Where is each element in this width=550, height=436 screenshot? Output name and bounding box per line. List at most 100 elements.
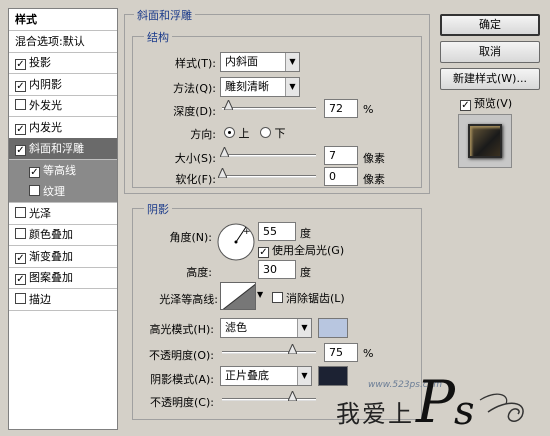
shadow-mode-value: 正片叠底 — [225, 369, 269, 382]
size-slider[interactable] — [222, 154, 316, 157]
technique-value: 雕刻清晰 — [225, 80, 269, 93]
style-enable-checkbox[interactable] — [15, 228, 26, 239]
chevron-down-icon[interactable]: ▼ — [257, 290, 263, 299]
altitude-input[interactable]: 30 — [258, 260, 296, 279]
highlight-mode-label: 高光模式(H): — [149, 323, 214, 336]
chevron-down-icon: ▼ — [297, 367, 311, 385]
direction-down-radio[interactable] — [260, 127, 271, 138]
highlight-mode-select[interactable]: 滤色 ▼ — [220, 318, 312, 338]
chevron-down-icon: ▼ — [285, 78, 299, 96]
highlight-color-swatch[interactable] — [318, 318, 348, 338]
style-list-item[interactable]: 描边 — [9, 289, 117, 311]
direction-down-option[interactable]: 下 — [260, 125, 286, 141]
depth-slider-thumb[interactable] — [224, 100, 234, 110]
preview-checkbox[interactable]: ✓ — [460, 100, 471, 111]
gloss-contour-label: 光泽等高线: — [159, 293, 218, 306]
ps-logo-icon: P s — [415, 368, 524, 436]
shadow-mode-select[interactable]: 正片叠底 ▼ — [220, 366, 312, 386]
style-enable-checkbox[interactable]: ✓ — [15, 59, 26, 70]
style-enable-checkbox[interactable]: ✓ — [15, 123, 26, 135]
direction-up-radio[interactable] — [224, 127, 235, 138]
global-light-option[interactable]: ✓ 使用全局光(G) — [258, 242, 344, 258]
style-list-item-label: 斜面和浮雕 — [29, 142, 84, 155]
depth-input[interactable]: 72 — [324, 99, 358, 118]
style-list-item-label: 投影 — [29, 56, 51, 69]
shadow-opacity-label: 不透明度(C): — [150, 396, 214, 409]
style-list-item-label: 混合选项:默认 — [15, 34, 85, 48]
style-list-item-label: 外发光 — [29, 99, 62, 112]
highlight-mode-value: 滤色 — [225, 321, 247, 334]
highlight-opacity-slider[interactable] — [222, 351, 316, 354]
style-enable-checkbox[interactable]: ✓ — [15, 252, 26, 264]
contour-curve-icon — [222, 283, 255, 309]
soften-slider-thumb[interactable] — [217, 168, 227, 178]
technique-select[interactable]: 雕刻清晰 ▼ — [220, 77, 300, 97]
shadow-opacity-slider-thumb[interactable] — [288, 391, 297, 401]
anti-alias-option[interactable]: 消除锯齿(L) — [272, 290, 345, 306]
anti-alias-checkbox[interactable] — [272, 292, 283, 303]
soften-unit: 像素 — [363, 173, 385, 186]
style-list-item[interactable]: 混合选项:默认 — [9, 31, 117, 53]
shadow-mode-label: 阴影模式(A): — [150, 373, 214, 386]
style-enable-checkbox[interactable] — [15, 292, 26, 304]
direction-down-label: 下 — [274, 127, 286, 140]
style-list-item-label: 渐变叠加 — [29, 249, 73, 263]
size-slider-thumb[interactable] — [220, 147, 230, 157]
method-label: 方法(Q): — [173, 82, 216, 95]
style-list-item-label: 等高线 — [43, 163, 76, 177]
global-light-checkbox[interactable]: ✓ — [258, 247, 269, 258]
angle-dial[interactable]: + — [216, 222, 256, 262]
style-enable-checkbox[interactable] — [15, 99, 26, 110]
style-list-item-label: 颜色叠加 — [29, 228, 73, 241]
style-enable-checkbox[interactable]: ✓ — [29, 166, 40, 178]
svg-text:P: P — [415, 368, 456, 436]
shadow-color-swatch[interactable] — [318, 366, 348, 386]
style-enable-checkbox[interactable]: ✓ — [15, 80, 26, 92]
size-input[interactable]: 7 — [324, 146, 358, 165]
altitude-label: 高度: — [186, 266, 212, 279]
preview-option[interactable]: ✓ 预览(V) — [460, 95, 512, 111]
style-list-item[interactable]: ✓ 内发光 — [9, 117, 117, 139]
style-enable-checkbox[interactable] — [29, 185, 40, 196]
soften-slider[interactable] — [222, 175, 316, 178]
style-list-item-label: 描边 — [29, 292, 51, 306]
structure-title: 结构 — [144, 29, 172, 45]
watermark-text: 我爱上 — [336, 400, 414, 428]
ok-button[interactable]: 确定 — [440, 14, 540, 36]
direction-up-option[interactable]: 上 — [224, 125, 250, 141]
bevel-style-select[interactable]: 内斜面 ▼ — [220, 52, 300, 72]
highlight-opacity-input[interactable]: 75 — [324, 343, 358, 362]
highlight-opacity-slider-thumb[interactable] — [288, 344, 297, 354]
style-enable-checkbox[interactable] — [15, 206, 26, 218]
bevel-emboss-title: 斜面和浮雕 — [134, 7, 195, 23]
style-list-item[interactable]: 纹理 — [9, 181, 117, 203]
style-list-item[interactable]: ✓ 斜面和浮雕 — [9, 138, 117, 160]
chevron-down-icon: ▼ — [297, 319, 311, 337]
style-list-item[interactable]: ✓ 渐变叠加 — [9, 246, 117, 268]
style-list-item[interactable]: 颜色叠加 — [9, 224, 117, 246]
style-list-item[interactable]: 样式 — [9, 9, 117, 31]
angle-label: 角度(N): — [169, 231, 212, 244]
style-list-item[interactable]: ✓ 图案叠加 — [9, 267, 117, 289]
style-list-item[interactable]: ✓ 内阴影 — [9, 74, 117, 96]
highlight-opacity-label: 不透明度(O): — [149, 349, 214, 362]
soften-input[interactable]: 0 — [324, 167, 358, 186]
soften-label: 软化(F): — [175, 173, 216, 186]
style-list-item[interactable]: ✓ 投影 — [9, 52, 117, 74]
angle-input[interactable]: 55 — [258, 222, 296, 241]
cancel-button[interactable]: 取消 — [440, 41, 540, 63]
direction-label: 方向: — [190, 128, 216, 141]
shadow-opacity-slider[interactable] — [222, 398, 316, 401]
altitude-unit: 度 — [300, 266, 311, 279]
style-list-item[interactable]: ✓ 等高线 — [9, 159, 117, 182]
bevel-style-value: 内斜面 — [225, 55, 258, 68]
new-style-button[interactable]: 新建样式(W)... — [440, 68, 540, 90]
gloss-contour-picker[interactable] — [220, 282, 256, 310]
depth-slider[interactable] — [222, 107, 316, 110]
style-enable-checkbox[interactable]: ✓ — [15, 274, 26, 285]
size-label: 大小(S): — [174, 152, 216, 165]
style-list-item[interactable]: 光泽 — [9, 203, 117, 225]
style-enable-checkbox[interactable]: ✓ — [15, 145, 26, 156]
anti-alias-label: 消除锯齿(L) — [286, 292, 345, 305]
style-list-item[interactable]: 外发光 — [9, 95, 117, 117]
